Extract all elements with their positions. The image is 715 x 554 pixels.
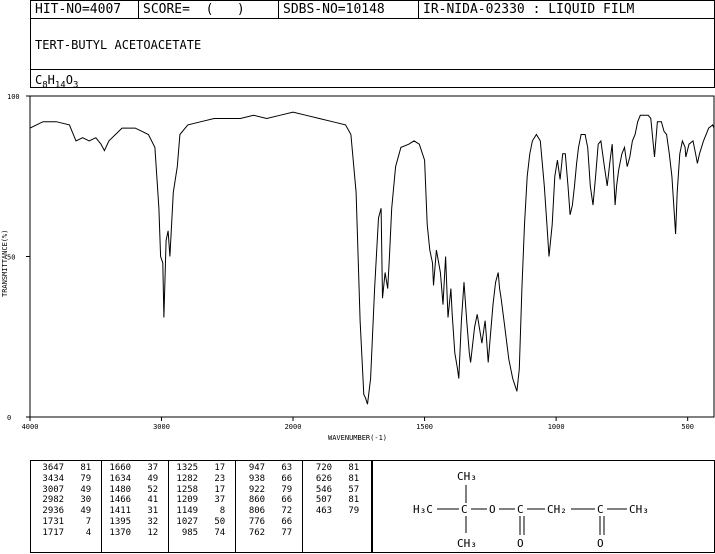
peak-row: 1258 17 (171, 484, 226, 495)
spectrum-line (29, 111, 715, 405)
peak-row: 546 57 (305, 484, 360, 495)
x-tick-label: 1500 (416, 423, 433, 431)
peak-row: 3647 81 (37, 463, 92, 473)
struct-o-dbl1: O (517, 537, 524, 550)
struct-c2: C (597, 503, 604, 516)
peak-row: 463 79 (305, 506, 360, 517)
peak-divider (235, 461, 236, 552)
peak-row: 806 72 (238, 506, 293, 517)
x-tick-label: 3000 (153, 423, 170, 431)
peak-row: 985 74 (171, 527, 226, 538)
struct-o: O (489, 503, 496, 516)
peak-table: 3647 81 3434 79 3007 49 2982 30 2936 49 … (30, 460, 372, 553)
struct-ch3-top: CH₃ (457, 470, 477, 483)
struct-h3c: H₃C (413, 503, 433, 516)
peak-row: 1466 41 (104, 495, 159, 506)
ir-spectrum-chart: 100500 4000 3000 2000 1500 1000 500 TRANSMITT… (1, 93, 715, 442)
peak-row: 1395 32 (104, 516, 159, 527)
peak-row: 938 66 (238, 473, 293, 484)
peak-row: 1149 8 (171, 506, 226, 517)
peak-column: 1660 37 1634 49 1480 52 1466 41 1411 31 … (104, 463, 158, 539)
peak-row: 776 66 (238, 516, 293, 527)
peak-divider (302, 461, 303, 552)
peak-row: 1370 12 (104, 527, 159, 538)
x-tick-label: 2000 (285, 423, 302, 431)
peak-row: 2982 30 (37, 495, 92, 506)
peak-row: 860 66 (238, 495, 293, 506)
structure-box: CH₃ H₃C C CH₃ O C O CH₂ C O CH₃ (372, 460, 715, 553)
peak-row: 762 77 (238, 527, 293, 538)
plot-frame (29, 95, 715, 418)
x-tick-label: 500 (681, 423, 694, 431)
y-axis-label: TRANSMITTANCE(%) (1, 230, 9, 297)
peak-row: 1325 17 (171, 463, 226, 473)
peak-row: 1634 49 (104, 473, 159, 484)
peak-row: 626 81 (305, 473, 360, 484)
peak-row: 1731 7 (37, 516, 92, 527)
peak-row: 3434 79 (37, 473, 92, 484)
chemical-structure: CH₃ H₃C C CH₃ O C O CH₂ C O CH₃ (413, 470, 649, 550)
peak-row: 1282 23 (171, 473, 226, 484)
y-tick-label: 100 (7, 93, 20, 101)
peak-row: 947 63 (238, 463, 293, 473)
peak-column: 947 63 938 66 922 79 860 66 806 72 776 6… (238, 463, 292, 539)
peak-divider (168, 461, 169, 552)
y-tick-label: 0 (7, 414, 11, 422)
peak-row: 720 81 (305, 463, 360, 473)
x-axis-label: WAVENUMBER(-1) (328, 434, 387, 442)
x-tick-label: 4000 (22, 423, 39, 431)
peak-row: 922 79 (238, 484, 293, 495)
peak-row: 1411 31 (104, 506, 159, 517)
peak-column: 1325 17 1282 23 1258 17 1209 37 1149 8 1… (171, 463, 225, 539)
struct-ch3-bottom: CH₃ (457, 537, 477, 550)
peak-row: 1209 37 (171, 495, 226, 506)
peak-row: 1480 52 (104, 484, 159, 495)
peak-row: 507 81 (305, 495, 360, 506)
peak-row: 1027 50 (171, 516, 226, 527)
peak-column: 3647 81 3434 79 3007 49 2982 30 2936 49 … (37, 463, 91, 539)
peak-row: 2936 49 (37, 506, 92, 517)
struct-c-center: C (461, 503, 468, 516)
struct-c1: C (517, 503, 524, 516)
struct-o-dbl2: O (597, 537, 604, 550)
peak-row: 3007 49 (37, 484, 92, 495)
struct-ch2: CH₂ (547, 503, 567, 516)
peak-column: 720 81 626 81 546 57 507 81 463 79 (305, 463, 359, 517)
peak-divider (101, 461, 102, 552)
x-tick-label: 1000 (548, 423, 565, 431)
peak-row: 1660 37 (104, 463, 159, 473)
struct-ch3-right: CH₃ (629, 503, 649, 516)
peak-row: 1717 4 (37, 527, 92, 538)
